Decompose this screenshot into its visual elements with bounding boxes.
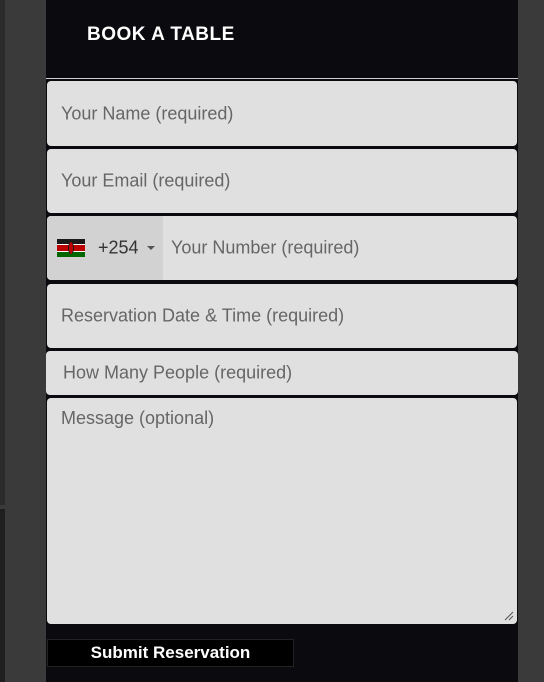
name-placeholder: Your Name (required): [61, 103, 234, 123]
kenya-flag-icon: [57, 239, 85, 257]
email-field[interactable]: Your Email (required): [47, 149, 517, 213]
country-code-selector[interactable]: +254: [47, 216, 163, 280]
chevron-down-icon: [147, 246, 155, 250]
people-select[interactable]: How Many People (required): [46, 351, 518, 395]
people-placeholder: How Many People (required): [63, 362, 293, 383]
datetime-placeholder: Reservation Date & Time (required): [61, 305, 345, 326]
message-textarea[interactable]: Message (optional): [47, 398, 517, 624]
message-placeholder: Message (optional): [61, 408, 215, 428]
email-placeholder: Your Email (required): [61, 170, 231, 191]
header-divider: [46, 78, 518, 79]
background-strip-lower: [0, 509, 5, 682]
resize-handle-icon[interactable]: [504, 611, 514, 621]
phone-field[interactable]: +254 Your Number (required): [47, 216, 517, 280]
datetime-field[interactable]: Reservation Date & Time (required): [47, 284, 517, 348]
phone-placeholder: Your Number (required): [171, 237, 360, 258]
booking-title: BOOK A TABLE: [87, 24, 235, 45]
booking-panel: BOOK A TABLE Your Name (required) Your E…: [46, 0, 518, 682]
submit-reservation-button[interactable]: Submit Reservation: [47, 639, 294, 667]
page: BOOK A TABLE Your Name (required) Your E…: [0, 0, 544, 682]
background-strip: [0, 0, 5, 505]
booking-header: BOOK A TABLE: [46, 0, 518, 78]
name-field[interactable]: Your Name (required): [47, 81, 517, 146]
dial-code: +254: [98, 237, 139, 258]
